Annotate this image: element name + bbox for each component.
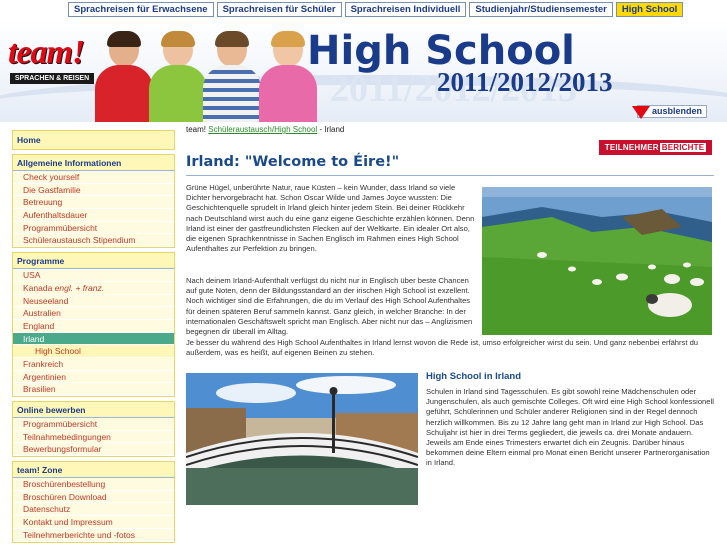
sidebar-item-argentinien[interactable]: Argentinien (13, 370, 174, 384)
hide-banner-label: ausblenden (651, 106, 702, 116)
student-figure (203, 31, 261, 122)
sidebar-item-irland[interactable]: Irland (13, 332, 174, 346)
top-navigation: Sprachreisen für Erwachsene Sprachreisen… (68, 2, 686, 17)
logo-subtitle: SPRACHEN & REISEN (10, 73, 94, 84)
sidebar-item-bewerbungsformular[interactable]: Bewerbungsformular (13, 443, 174, 457)
sidebar-item-gastfamilie[interactable]: Die Gastfamilie (13, 183, 174, 197)
nav-schueler[interactable]: Sprachreisen für Schüler (216, 2, 342, 17)
sidebar-apply-box: Online bewerben Programmübersicht Teilna… (12, 401, 175, 458)
nav-studienjahr[interactable]: Studienjahr/Studiensemester (469, 2, 613, 17)
tn-label-2: BERICHTE (659, 143, 707, 152)
sidebar-item-datenschutz[interactable]: Datenschutz (13, 503, 174, 517)
tn-label-1: TEILNEHMER (604, 143, 659, 152)
sidebar-item-programmuebersicht[interactable]: Programmübersicht (13, 221, 174, 235)
hide-banner-button[interactable]: ausblenden (631, 105, 707, 119)
intro-paragraph: Grüne Hügel, unberührte Natur, raue Küst… (186, 183, 475, 254)
banner-years: 2011/2012/2013 (437, 67, 613, 97)
breadcrumb-current: - Irland (319, 125, 345, 134)
down-arrow-icon (631, 106, 650, 119)
logo-text: team! (8, 34, 85, 71)
sidebar-item-home[interactable]: Home (13, 131, 174, 149)
sidebar-section-title: Programme (13, 253, 174, 270)
coast-sheep-image (482, 187, 712, 335)
sidebar-subitem-high-school[interactable]: High School (13, 345, 174, 358)
sidebar-item-brasilien[interactable]: Brasilien (13, 383, 174, 396)
page-title: Irland: "Welcome to Éire!" (186, 154, 400, 170)
sidebar-section-title: team! Zone (13, 462, 174, 479)
sidebar-section-title: Allgemeine Informationen (13, 155, 174, 171)
sidebar-item-teilnehmerberichte[interactable]: Teilnehmerberichte und -fotos (13, 528, 174, 542)
sidebar-item-check-yourself[interactable]: Check yourself (13, 171, 174, 184)
benefits-paragraph-continued: Je besser du während des High School Auf… (186, 338, 699, 358)
sidebar-item-kanada[interactable]: Kanada engl. + franz. (13, 281, 174, 295)
sidebar-item-usa[interactable]: USA (13, 269, 174, 282)
nav-erwachsene[interactable]: Sprachreisen für Erwachsene (68, 2, 214, 17)
breadcrumb-link[interactable]: Schüleraustausch/High School (208, 125, 317, 134)
sidebar-programs-box: Programme USA Kanada engl. + franz. Neus… (12, 252, 175, 397)
sidebar-item-kontakt[interactable]: Kontakt und Impressum (13, 516, 174, 529)
sidebar-item-frankreich[interactable]: Frankreich (13, 357, 174, 371)
sidebar-item-teilnahmebedingungen[interactable]: Teilnahmebedingungen (13, 430, 174, 444)
nav-individuell[interactable]: Sprachreisen Individuell (344, 2, 467, 17)
school-paragraph: Schulen in Irland sind Tagesschulen. Es … (426, 387, 714, 468)
nav-high-school[interactable]: High School (615, 2, 684, 17)
sidebar-item-betreuung[interactable]: Betreuung (13, 196, 174, 210)
sidebar-general-box: Allgemeine Informationen Check yourself … (12, 154, 175, 249)
student-figure (95, 31, 153, 122)
bridge-photo (186, 373, 418, 505)
section-heading: High School in Irland (426, 371, 521, 382)
divider (186, 175, 714, 176)
student-figure (149, 31, 207, 122)
sidebar-item-label: Kanada (23, 282, 53, 293)
sidebar-item-neuseeland[interactable]: Neuseeland (13, 294, 174, 308)
teilnehmerberichte-button[interactable]: TEILNEHMER BERICHTE (599, 140, 712, 155)
breadcrumb: team! Schüleraustausch/High School - Irl… (186, 125, 344, 134)
sidebar-item-england[interactable]: England (13, 319, 174, 333)
header-banner: team! SPRACHEN & REISEN 2011/2012/2013 H… (0, 17, 727, 122)
coast-sheep-photo (482, 187, 712, 335)
sidebar-home-box: Home (12, 130, 175, 150)
sidebar-item-broschueren-download[interactable]: Broschüren Download (13, 490, 174, 504)
sidebar-zone-box: team! Zone Broschürenbestellung Broschür… (12, 461, 175, 543)
sidebar: Home Allgemeine Informationen Check your… (12, 130, 175, 545)
sidebar-item-broschuerenbestellung[interactable]: Broschürenbestellung (13, 478, 174, 491)
sidebar-section-title: Online bewerben (13, 402, 174, 418)
bridge-image (186, 373, 418, 505)
sidebar-item-note: engl. + franz. (54, 282, 105, 293)
students-photo (95, 19, 320, 122)
benefits-paragraph: Nach deinem Irland-Aufenthalt verfügst d… (186, 276, 473, 337)
sidebar-item-australien[interactable]: Australien (13, 307, 174, 320)
breadcrumb-root: team! (186, 125, 207, 134)
sidebar-item-stipendium[interactable]: Schüleraustausch Stipendium (13, 234, 174, 248)
sidebar-item-aufenthaltsdauer[interactable]: Aufenthaltsdauer (13, 209, 174, 222)
sidebar-item-programmuebersicht-apply[interactable]: Programmübersicht (13, 418, 174, 431)
team-logo[interactable]: team! SPRACHEN & REISEN (8, 33, 100, 95)
